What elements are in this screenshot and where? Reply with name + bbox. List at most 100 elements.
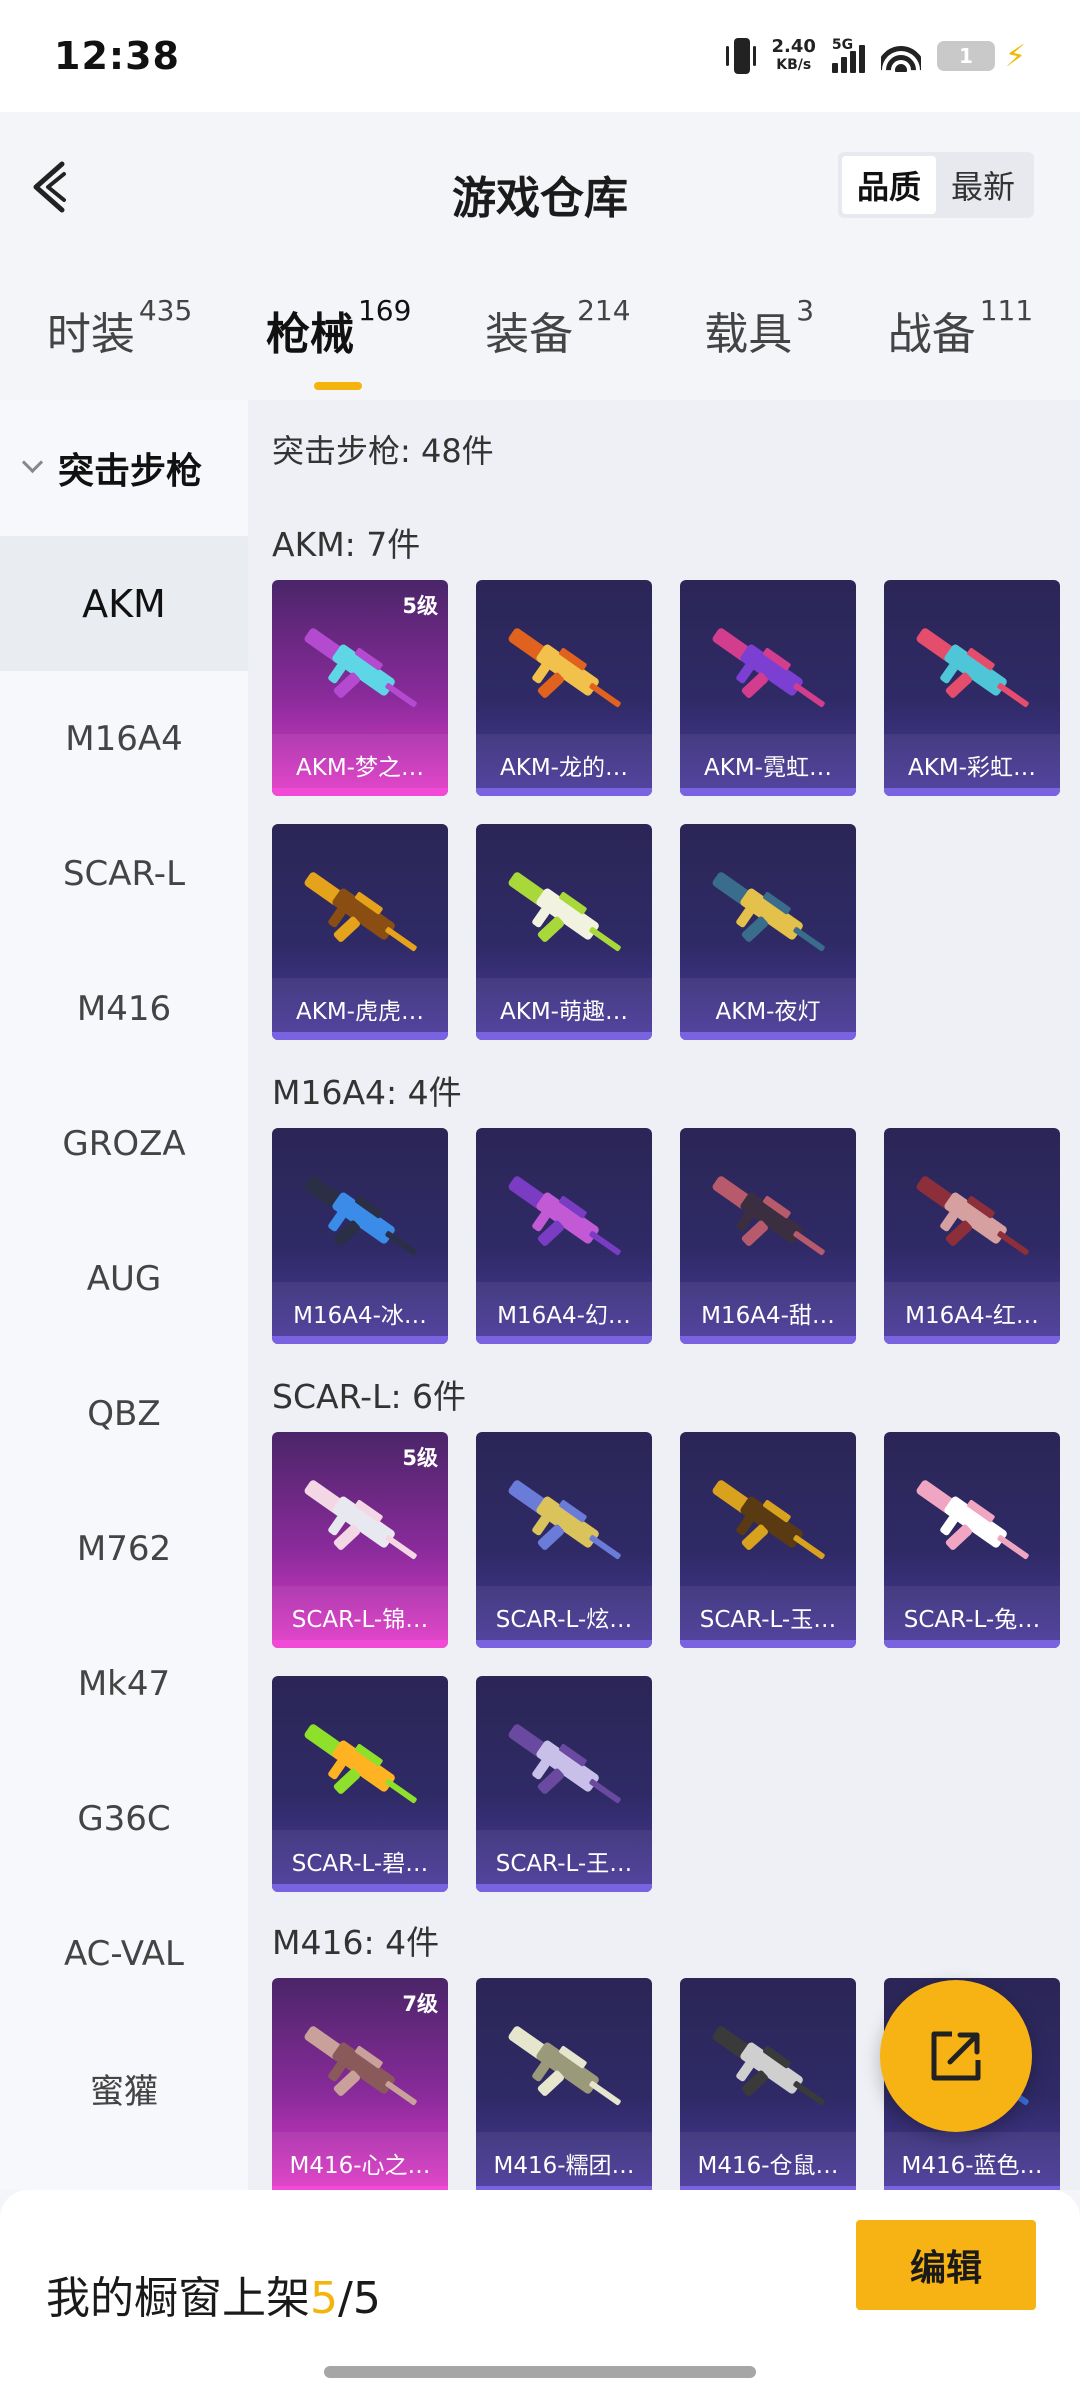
rifle-skin-image — [304, 1724, 417, 1804]
status-time: 12:38 — [54, 34, 180, 78]
tab-guns[interactable]: 枪械 169 — [266, 294, 411, 390]
sort-quality-option[interactable]: 品质 — [842, 156, 936, 214]
sidebar-item-ac-val[interactable]: AC-VAL — [0, 1886, 248, 2021]
sort-newest-option[interactable]: 最新 — [936, 156, 1030, 214]
weapon-name: M416-心之… — [289, 2153, 431, 2179]
weapon-type-sidebar: 突击步枪 AKM M16A4 SCAR-L M416 GROZA AUG QBZ… — [0, 400, 248, 2190]
rifle-skin-image — [916, 628, 1029, 708]
tab-count: 435 — [138, 294, 193, 327]
weapon-name: AKM-霓虹… — [704, 755, 832, 781]
weapon-card[interactable]: M16A4-红… — [884, 1128, 1060, 1344]
weapon-name: AKM-龙的… — [500, 755, 628, 781]
home-indicator — [324, 2366, 756, 2378]
network-speed: 2.40 KB/s — [771, 36, 816, 74]
wifi-icon — [880, 40, 921, 72]
tab-count: 3 — [796, 294, 815, 327]
weapon-name: SCAR-L-锦… — [291, 1607, 429, 1633]
sidebar-item-mk47[interactable]: Mk47 — [0, 1616, 248, 1751]
category-tabs: 时装 435 枪械 169 装备 214 载具 3 战备 111 — [0, 260, 1080, 400]
weapon-card[interactable]: M16A4-甜… — [680, 1128, 856, 1344]
weapon-name: AKM-彩虹… — [908, 755, 1036, 781]
group-title: M16A4: 4件 — [272, 1073, 462, 1112]
rifle-skin-image — [304, 872, 417, 952]
weapon-name: SCAR-L-炫… — [495, 1607, 633, 1633]
weapon-card[interactable]: M16A4-冰… — [272, 1128, 448, 1344]
weapon-name: M16A4-甜… — [701, 1303, 835, 1329]
weapon-card[interactable]: SCAR-L-王… — [476, 1676, 652, 1892]
weapon-name: AKM-萌趣… — [500, 999, 628, 1025]
group-title: SCAR-L: 6件 — [272, 1377, 467, 1416]
rifle-skin-image — [712, 2026, 825, 2106]
share-icon — [931, 2031, 981, 2081]
weapon-card[interactable]: AKM-虎虎… — [272, 824, 448, 1040]
weapon-card[interactable]: 5级 SCAR-L-锦… — [272, 1432, 448, 1648]
rifle-skin-image — [508, 2026, 621, 2106]
rifle-skin-image — [304, 1480, 417, 1560]
tab-fashion[interactable]: 时装 435 — [47, 294, 192, 362]
group-title: AKM: 7件 — [272, 525, 421, 564]
rifle-skin-image — [916, 1176, 1029, 1256]
level-badge: 5级 — [402, 594, 438, 618]
rifle-skin-image — [712, 628, 825, 708]
weapon-card[interactable]: AKM-龙的… — [476, 580, 652, 796]
weapon-name: AKM-梦之… — [296, 755, 424, 781]
rifle-skin-image — [712, 872, 825, 952]
weapon-card[interactable]: SCAR-L-碧… — [272, 1676, 448, 1892]
rifle-skin-image — [712, 1176, 825, 1256]
status-icons: 2.40 KB/s 5G 1 ⚡ — [725, 34, 1026, 78]
weapon-name: M16A4-幻… — [497, 1303, 631, 1329]
cellular-signal-icon: 5G — [831, 37, 865, 73]
sidebar-item-m762[interactable]: M762 — [0, 1481, 248, 1616]
weapon-card[interactable]: M416-糯团… — [476, 1978, 652, 2190]
weapon-card[interactable]: 5级 AKM-梦之… — [272, 580, 448, 796]
weapon-card[interactable]: AKM-霓虹… — [680, 580, 856, 796]
showcase-shown: 5 — [310, 2273, 338, 2324]
sidebar-item-g36c[interactable]: G36C — [0, 1751, 248, 1886]
weapon-card[interactable]: SCAR-L-兔… — [884, 1432, 1060, 1648]
tab-equipment[interactable]: 装备 214 — [485, 294, 630, 362]
weapon-grid: 突击步枪: 48件 AKM: 7件 5级 AKM-梦之… AKM-龙的… AKM-霓虹…… — [248, 400, 1080, 2190]
weapon-card[interactable]: M416-仓鼠… — [680, 1978, 856, 2190]
weapon-card[interactable]: M16A4-幻… — [476, 1128, 652, 1344]
sidebar-item-m416[interactable]: M416 — [0, 941, 248, 1076]
sidebar-item-aug[interactable]: AUG — [0, 1211, 248, 1346]
sidebar-item-groza[interactable]: GROZA — [0, 1076, 248, 1211]
group-title: M416: 4件 — [272, 1923, 440, 1962]
sidebar-item-akm[interactable]: AKM — [0, 536, 248, 671]
sidebar-section-assault-rifles[interactable]: 突击步枪 — [0, 400, 248, 536]
weapon-name: SCAR-L-碧… — [291, 1851, 429, 1877]
vibrate-icon — [725, 34, 756, 78]
weapon-card[interactable]: SCAR-L-玉… — [680, 1432, 856, 1648]
sidebar-item-scar-l[interactable]: SCAR-L — [0, 806, 248, 941]
weapon-card[interactable]: AKM-彩虹… — [884, 580, 1060, 796]
tab-vehicles[interactable]: 载具 3 — [704, 294, 814, 362]
share-button[interactable] — [880, 1980, 1032, 2132]
showcase-bar: 我的橱窗上架5/5 编辑 — [0, 2190, 1080, 2400]
rifle-skin-image — [508, 1480, 621, 1560]
rifle-skin-image — [508, 628, 621, 708]
weapon-card[interactable]: AKM-夜灯 — [680, 824, 856, 1040]
weapon-card[interactable]: AKM-萌趣… — [476, 824, 652, 1040]
tab-gear[interactable]: 战备 111 — [888, 294, 1033, 362]
active-tab-indicator — [313, 382, 362, 390]
sidebar-item-qbz[interactable]: QBZ — [0, 1346, 248, 1481]
charging-icon: ⚡ — [1004, 38, 1026, 74]
weapon-name: M416-蓝色… — [901, 2153, 1043, 2179]
weapon-name: AKM-夜灯 — [715, 999, 821, 1025]
weapon-name: SCAR-L-王… — [495, 1851, 633, 1877]
showcase-count: 我的橱窗上架5/5 — [46, 2273, 381, 2324]
tab-count: 111 — [979, 294, 1034, 327]
sidebar-item-m16a4[interactable]: M16A4 — [0, 671, 248, 806]
rifle-skin-image — [712, 1480, 825, 1560]
weapon-card[interactable]: SCAR-L-炫… — [476, 1432, 652, 1648]
weapon-card[interactable]: 7级 M416-心之… — [272, 1978, 448, 2190]
weapon-name: M416-糯团… — [493, 2153, 635, 2179]
chevron-down-icon — [20, 455, 46, 481]
tab-count: 214 — [577, 294, 631, 327]
showcase-limit: 5 — [352, 2273, 381, 2324]
weapon-name: M16A4-冰… — [293, 1303, 427, 1329]
section-total: 突击步枪: 48件 — [272, 432, 494, 470]
tab-count: 169 — [357, 294, 412, 327]
edit-button[interactable]: 编辑 — [856, 2220, 1036, 2310]
sidebar-item-honey-badger[interactable]: 蜜獾 — [0, 2021, 248, 2156]
